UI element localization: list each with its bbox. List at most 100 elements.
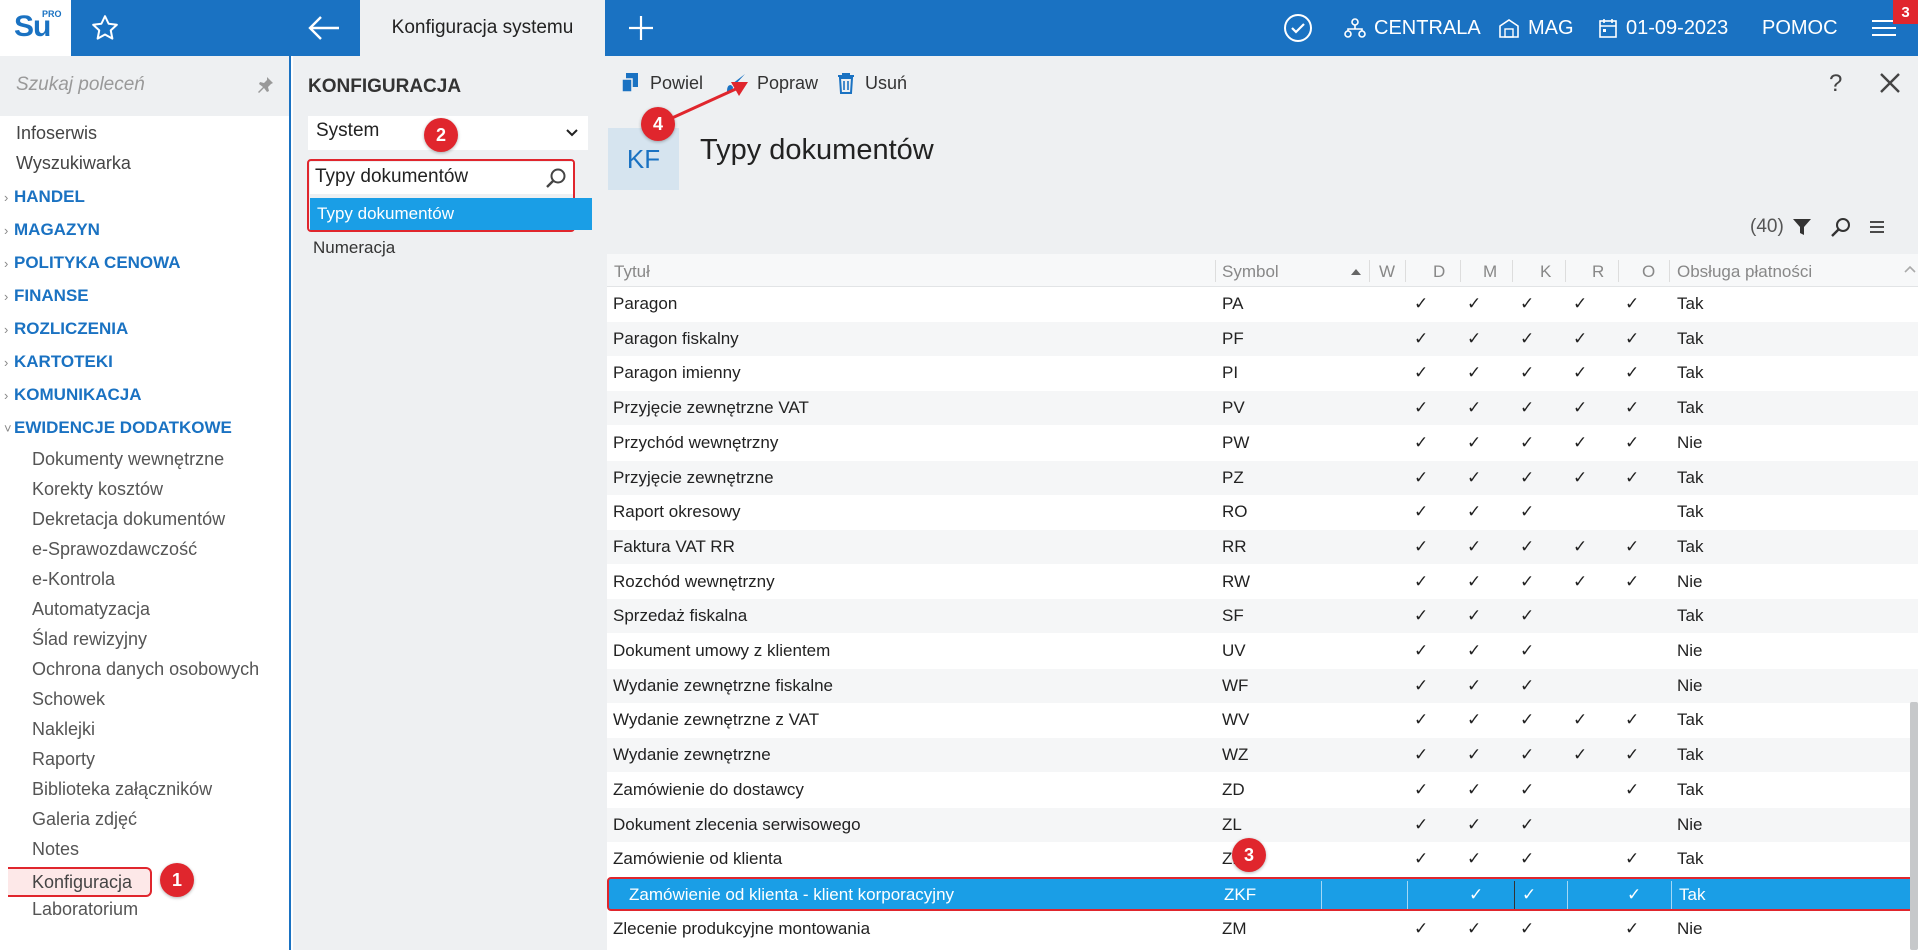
nav-item-konfiguracja[interactable]: Konfiguracja xyxy=(8,867,152,897)
annotation-badge-1: 1 xyxy=(160,863,194,897)
nav-section-magazyn[interactable]: › MAGAZYN xyxy=(4,220,100,240)
table-row[interactable]: Rozchód wewnętrzny RW ✓ ✓ ✓ ✓ ✓ Nie xyxy=(607,565,1918,599)
table-row[interactable]: Raport okresowy RO ✓ ✓ ✓ Tak xyxy=(607,495,1918,529)
column-header-symbol[interactable]: Symbol xyxy=(1222,262,1279,282)
nav-item-ochrona-danych[interactable]: Ochrona danych osobowych xyxy=(32,659,259,680)
checkmark-icon: ✓ xyxy=(1467,467,1482,487)
duplicate-button[interactable]: Powiel xyxy=(620,72,703,94)
annotation-badge-4: 4 xyxy=(641,107,675,141)
back-arrow-icon[interactable] xyxy=(305,12,345,44)
nav-item-biblioteka-zalacznikow[interactable]: Biblioteka załączników xyxy=(32,779,212,800)
table-row[interactable]: Wydanie zewnętrzne z VAT WV ✓ ✓ ✓ ✓ ✓ Tak xyxy=(607,703,1918,737)
nav-item-notes[interactable]: Notes xyxy=(32,839,79,860)
notification-count-badge[interactable]: 3 xyxy=(1893,0,1918,24)
nav-item-slad-rewizyjny[interactable]: Ślad rewizyjny xyxy=(32,629,147,650)
table-row[interactable]: Przychód wewnętrzny PW ✓ ✓ ✓ ✓ ✓ Nie xyxy=(607,426,1918,460)
cell-symbol: PF xyxy=(1222,328,1244,348)
nav-item-dokumenty-wewnetrzne[interactable]: Dokumenty wewnętrzne xyxy=(32,449,224,470)
nav-section-komunikacja[interactable]: › KOMUNIKACJA xyxy=(4,385,142,405)
column-header-r[interactable]: R xyxy=(1592,262,1604,282)
filter-icon[interactable] xyxy=(1791,216,1813,238)
table-row[interactable]: Zamówienie do dostawcy ZD ✓ ✓ ✓ ✓ Tak xyxy=(607,773,1918,807)
search-icon[interactable] xyxy=(545,167,567,189)
nav-item-e-kontrola[interactable]: e-Kontrola xyxy=(32,569,115,590)
checkmark-icon: ✓ xyxy=(1414,710,1429,730)
config-search-input[interactable]: Typy dokumentów xyxy=(310,162,573,194)
column-header-o[interactable]: O xyxy=(1642,262,1655,282)
nav-section-label: ROZLICZENIA xyxy=(14,319,129,338)
nav-item-naklejki[interactable]: Naklejki xyxy=(32,719,95,740)
list-menu-icon[interactable] xyxy=(1867,216,1887,238)
column-header-w[interactable]: W xyxy=(1379,262,1395,282)
column-header-m[interactable]: M xyxy=(1483,262,1497,282)
status-check-icon[interactable] xyxy=(1282,12,1314,44)
tab-system-configuration[interactable]: Konfiguracja systemu xyxy=(360,0,605,56)
config-tree-item-document-types[interactable]: Typy dokumentów xyxy=(310,198,592,230)
edit-button[interactable]: Popraw xyxy=(725,72,818,94)
nav-section-kartoteki[interactable]: › KARTOTEKI xyxy=(4,352,113,372)
nav-section-rozliczenia[interactable]: › ROZLICZENIA xyxy=(4,319,128,339)
column-header-k[interactable]: K xyxy=(1540,262,1551,282)
nav-item-infoserwis[interactable]: Infoserwis xyxy=(16,123,97,144)
date-selector[interactable]: 01-09-2023 xyxy=(1598,0,1728,56)
nav-item-korekty-kosztow[interactable]: Korekty kosztów xyxy=(32,479,163,500)
table-row[interactable]: Faktura VAT RR RR ✓ ✓ ✓ ✓ ✓ Tak xyxy=(607,529,1918,564)
cell-title: Raport okresowy xyxy=(613,502,741,522)
cell-payment-handling: Nie xyxy=(1677,571,1703,591)
nav-section-handel[interactable]: › HANDEL xyxy=(4,187,85,207)
nav-item-schowek[interactable]: Schowek xyxy=(32,689,105,710)
table-row[interactable]: Zlecenie produkcyjne montowania ZM ✓ ✓ ✓ ✓ Nie xyxy=(607,912,1918,946)
nav-item-galeria-zdjec[interactable]: Galeria zdjęć xyxy=(32,809,137,830)
nav-section-finanse[interactable]: › FINANSE xyxy=(4,286,89,306)
nav-section-polityka-cenowa[interactable]: › POLITYKA CENOWA xyxy=(4,253,181,273)
table-row[interactable]: Przyjęcie zewnętrzne PZ ✓ ✓ ✓ ✓ ✓ Tak xyxy=(607,460,1918,495)
config-panel-title: KONFIGURACJA xyxy=(308,76,462,97)
search-icon[interactable] xyxy=(1830,216,1852,238)
table-row[interactable]: Paragon PA ✓ ✓ ✓ ✓ ✓ Tak xyxy=(607,287,1918,321)
checkmark-icon: ✓ xyxy=(1414,745,1429,765)
config-tree-item-numbering[interactable]: Numeracja xyxy=(313,238,395,258)
cell-symbol: ZD xyxy=(1222,779,1245,799)
table-row[interactable]: Paragon imienny PI ✓ ✓ ✓ ✓ ✓ Tak xyxy=(607,356,1918,390)
column-header-payment[interactable]: Obsługa płatności xyxy=(1677,262,1812,282)
app-logo[interactable]: Su PRO xyxy=(0,0,71,56)
help-button[interactable]: ? xyxy=(1829,70,1842,98)
nav-item-wyszukiwarka[interactable]: Wyszukiwarka xyxy=(16,153,131,174)
checkmark-icon: ✓ xyxy=(1414,641,1429,660)
delete-button[interactable]: Usuń xyxy=(837,72,907,94)
nav-item-dekretacja-dokumentow[interactable]: Dekretacja dokumentów xyxy=(32,509,225,530)
table-row[interactable]: Przyjęcie zewnętrzne VAT PV ✓ ✓ ✓ ✓ ✓ Tak xyxy=(607,391,1918,426)
command-search[interactable]: Szukaj poleceń xyxy=(0,56,289,116)
table-row[interactable]: Zamówienie od klienta - klient korporacy… xyxy=(607,876,1918,911)
warehouse-selector[interactable]: MAG xyxy=(1498,0,1574,56)
table-row[interactable]: Sprzedaż fiskalna SF ✓ ✓ ✓ Tak xyxy=(607,599,1918,634)
cell-payment-handling: Tak xyxy=(1677,467,1704,487)
help-link[interactable]: POMOC xyxy=(1762,0,1838,56)
table-row[interactable]: Wydanie zewnętrzne WZ ✓ ✓ ✓ ✓ ✓ Tak xyxy=(607,738,1918,773)
nav-item-e-sprawozdawczosc[interactable]: e-Sprawozdawczość xyxy=(32,539,197,560)
nav-section-ewidencje-dodatkowe[interactable]: ˅ EWIDENCJE DODATKOWE xyxy=(4,418,232,438)
cell-title: Zamówienie od klienta - klient korporacy… xyxy=(629,884,955,904)
nav-item-laboratorium[interactable]: Laboratorium xyxy=(32,899,138,920)
table-row[interactable]: Paragon fiskalny PF ✓ ✓ ✓ ✓ ✓ Tak xyxy=(607,321,1918,356)
nav-item-raporty[interactable]: Raporty xyxy=(32,749,95,770)
vertical-scrollbar[interactable] xyxy=(1908,287,1918,950)
checkmark-icon: ✓ xyxy=(1573,363,1588,383)
table-row[interactable]: Wydanie zewnętrzne fiskalne WF ✓ ✓ ✓ Nie xyxy=(607,668,1918,703)
nav-item-automatyzacja[interactable]: Automatyzacja xyxy=(32,599,150,620)
table-row[interactable]: Dokument umowy z klientem UV ✓ ✓ ✓ Nie xyxy=(607,634,1918,668)
centrala-selector[interactable]: CENTRALA xyxy=(1344,0,1481,56)
scroll-up-chevron-icon[interactable] xyxy=(1904,264,1916,274)
new-tab-plus-icon[interactable] xyxy=(625,12,657,44)
checkmark-icon: ✓ xyxy=(1414,536,1429,556)
pin-icon[interactable] xyxy=(256,76,274,94)
column-header-title[interactable]: Tytuł xyxy=(614,262,650,282)
scrollbar-thumb[interactable] xyxy=(1910,702,1918,950)
column-header-d[interactable]: D xyxy=(1433,262,1445,282)
table-row[interactable]: Dokument zlecenia serwisowego ZL ✓ ✓ ✓ Nie xyxy=(607,807,1918,842)
favorites-star-icon[interactable] xyxy=(88,13,122,43)
checkmark-icon: ✓ xyxy=(1520,814,1535,834)
close-icon[interactable] xyxy=(1877,70,1903,96)
checkmark-icon: ✓ xyxy=(1625,918,1640,938)
cell-payment-handling: Nie xyxy=(1677,432,1703,452)
